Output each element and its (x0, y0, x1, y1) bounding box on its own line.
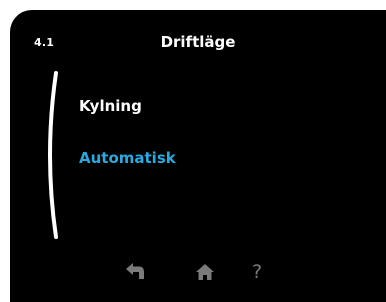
back-button[interactable] (121, 257, 151, 287)
nav-bar: ? (10, 257, 386, 287)
help-button[interactable]: ? (242, 257, 272, 287)
display-screen: 4.1 Driftläge Kylning Automatisk ? (10, 10, 386, 302)
back-arrow-icon (126, 263, 144, 279)
help-icon: ? (251, 260, 263, 283)
home-button[interactable] (190, 257, 220, 287)
scroll-wheel-indicator (48, 71, 58, 239)
home-icon (196, 264, 214, 280)
option-kylning[interactable]: Kylning (79, 97, 142, 115)
option-automatisk[interactable]: Automatisk (79, 149, 176, 167)
page-title: Driftläge (160, 33, 236, 51)
